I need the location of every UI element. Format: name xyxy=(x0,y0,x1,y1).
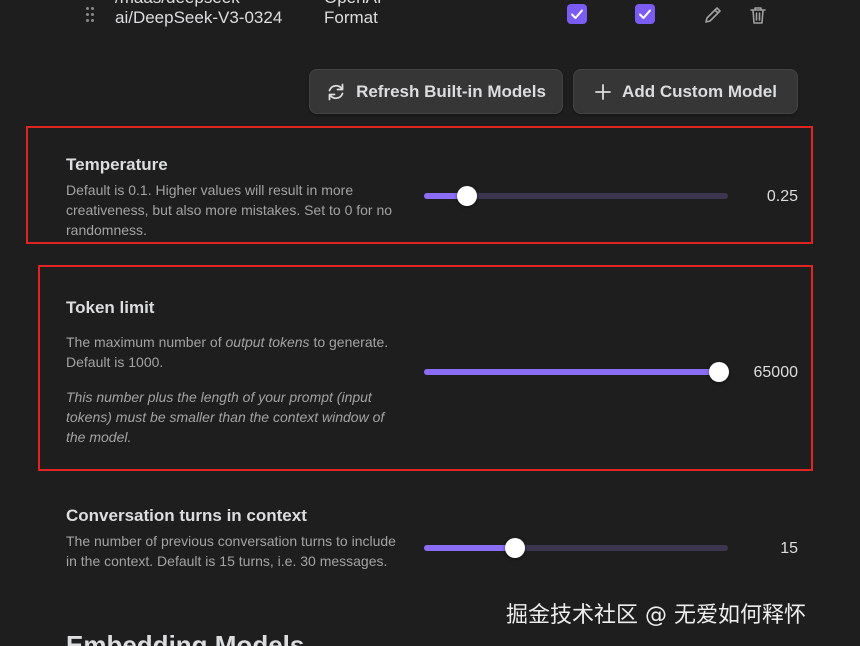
embedding-models-heading: Embedding Models xyxy=(66,630,305,646)
model-format-line2: Format xyxy=(324,8,378,27)
refresh-icon xyxy=(328,83,344,100)
refresh-models-label: Refresh Built-in Models xyxy=(356,81,546,101)
drag-handle-icon[interactable] xyxy=(84,6,96,24)
token-limit-title: Token limit xyxy=(66,298,155,317)
token-limit-desc-prefix: The maximum number of xyxy=(66,334,226,350)
conversation-turns-title: Conversation turns in context xyxy=(66,506,307,525)
temperature-description: Default is 0.1. Higher values will resul… xyxy=(66,182,393,238)
slider-fill xyxy=(424,545,516,551)
temperature-setting: Temperature Default is 0.1. Higher value… xyxy=(0,150,860,245)
add-custom-model-button[interactable]: Add Custom Model xyxy=(573,69,798,114)
model-name-line1: /maas/deepseek- xyxy=(115,0,315,8)
temperature-slider[interactable] xyxy=(424,186,728,206)
model-enabled-checkbox[interactable] xyxy=(567,4,587,24)
conversation-turns-setting: Conversation turns in context The number… xyxy=(0,500,860,600)
token-limit-description: The maximum number of output tokens to g… xyxy=(66,332,396,372)
model-name-line2: ai/DeepSeek-V3-0324 xyxy=(115,8,283,27)
slider-thumb[interactable] xyxy=(505,538,526,558)
conversation-turns-slider[interactable] xyxy=(424,538,728,558)
trash-icon xyxy=(750,7,766,24)
token-limit-note: This number plus the length of your prom… xyxy=(66,389,385,445)
token-limit-value: 65000 xyxy=(753,364,799,381)
model-format: OpenAI Format xyxy=(324,0,444,28)
check-icon xyxy=(639,9,651,19)
token-limit-slider[interactable] xyxy=(424,362,729,382)
edit-model-button[interactable] xyxy=(702,4,724,26)
temperature-value: 0.25 xyxy=(766,188,798,205)
add-custom-model-label: Add Custom Model xyxy=(622,81,777,101)
delete-model-button[interactable] xyxy=(747,4,769,26)
settings-page: /maas/deepseek- ai/DeepSeek-V3-0324 Open… xyxy=(0,0,860,646)
token-limit-desc-emphasis: output tokens xyxy=(225,334,310,350)
conversation-turns-value: 15 xyxy=(780,540,798,557)
model-row: /maas/deepseek- ai/DeepSeek-V3-0324 Open… xyxy=(0,0,860,50)
model-format-line1: OpenAI xyxy=(324,0,444,8)
token-limit-setting: Token limit The maximum number of output… xyxy=(0,290,860,460)
plus-icon xyxy=(595,83,611,100)
watermark-text: 掘金技术社区 @ 无爱如何释怀 xyxy=(506,603,806,628)
slider-fill xyxy=(424,369,719,375)
model-secondary-checkbox[interactable] xyxy=(635,4,655,24)
slider-thumb[interactable] xyxy=(456,186,477,206)
conversation-turns-description: The number of previous conversation turn… xyxy=(66,533,396,569)
refresh-models-button[interactable]: Refresh Built-in Models xyxy=(309,69,563,114)
model-name: /maas/deepseek- ai/DeepSeek-V3-0324 xyxy=(115,0,315,28)
temperature-title: Temperature xyxy=(66,155,168,174)
check-icon xyxy=(571,9,583,19)
pencil-icon xyxy=(705,7,721,23)
